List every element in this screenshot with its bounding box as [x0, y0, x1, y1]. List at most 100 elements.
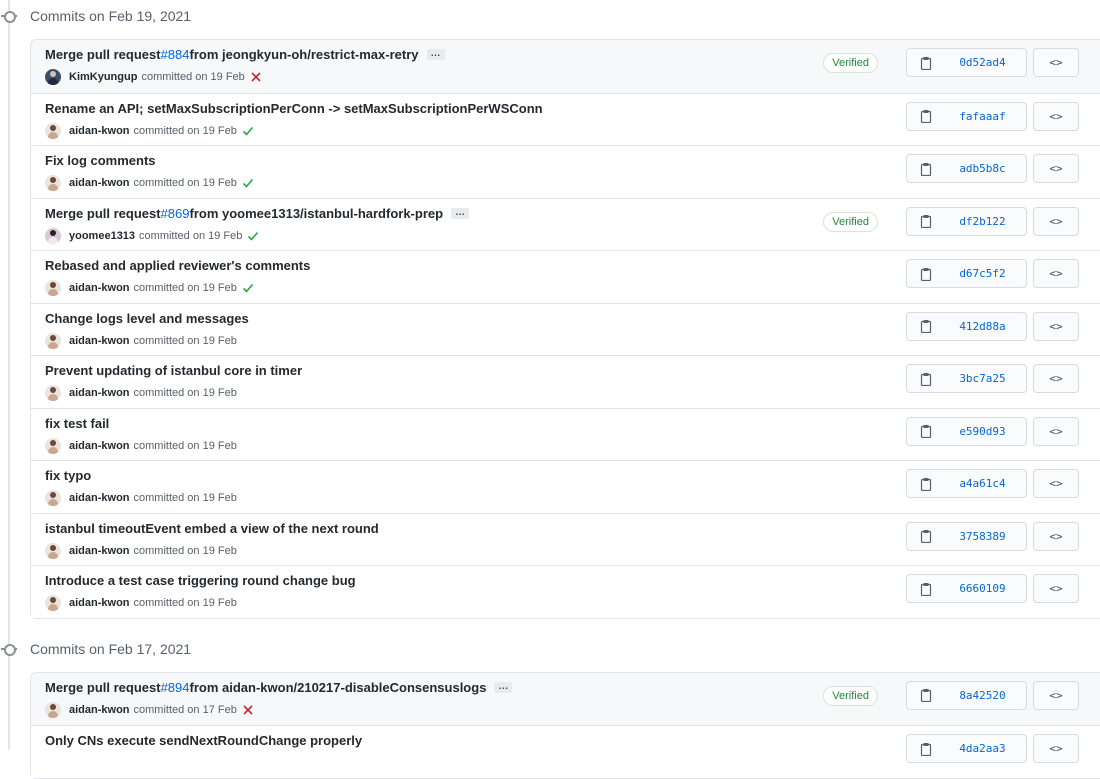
avatar[interactable] — [45, 701, 61, 718]
commit-message[interactable]: Rename an API; setMaxSubscriptionPerConn… — [45, 101, 543, 116]
avatar[interactable] — [45, 280, 61, 296]
commit-title[interactable]: Introduce a test case triggering round c… — [45, 573, 356, 588]
verified-badge[interactable]: Verified — [823, 685, 878, 706]
clipboard-icon[interactable] — [907, 529, 945, 543]
clipboard-icon[interactable] — [907, 214, 945, 228]
commit-title[interactable]: istanbul timeoutEvent embed a view of th… — [45, 521, 379, 536]
author-link[interactable]: yoomee1313 — [69, 230, 135, 242]
commit-sha-link[interactable]: 4da2aa3 — [945, 742, 1026, 755]
expand-message-button[interactable]: … — [426, 49, 445, 60]
x-icon[interactable] — [242, 704, 254, 716]
browse-repo-button[interactable]: <> — [1033, 311, 1079, 341]
author-link[interactable]: aidan-kwon — [69, 387, 130, 399]
author-link[interactable]: aidan-kwon — [69, 282, 130, 294]
avatar[interactable] — [45, 542, 61, 559]
clipboard-icon[interactable] — [907, 372, 945, 386]
browse-repo-button[interactable]: <> — [1033, 734, 1079, 763]
commit-sha-link[interactable]: 0d52ad4 — [945, 56, 1026, 69]
clipboard-icon[interactable] — [907, 109, 945, 123]
avatar[interactable] — [45, 332, 61, 349]
expand-message-button[interactable]: … — [451, 207, 470, 219]
commit-sha-link[interactable]: df2b122 — [945, 215, 1026, 228]
commit-sha-link[interactable]: d67c5f2 — [945, 267, 1026, 280]
commit-message[interactable]: Fix log comments — [45, 153, 156, 168]
avatar[interactable] — [45, 227, 61, 244]
clipboard-icon[interactable] — [907, 56, 945, 70]
commit-title[interactable]: Change logs level and messages — [45, 311, 249, 326]
commit-title[interactable]: fix typo — [45, 468, 91, 483]
commit-sha-link[interactable]: e590d93 — [945, 425, 1026, 438]
commit-sha-link[interactable]: fafaaaf — [945, 110, 1026, 123]
commit-title[interactable]: Only CNs execute sendNextRoundChange pro… — [45, 733, 362, 748]
commit-message[interactable]: istanbul timeoutEvent embed a view of th… — [45, 521, 379, 536]
author-link[interactable]: aidan-kwon — [69, 440, 130, 452]
commit-message[interactable]: Rebased and applied reviewer's comments — [45, 258, 310, 273]
check-icon[interactable] — [242, 282, 254, 294]
author-link[interactable]: KimKyungup — [69, 71, 137, 83]
browse-repo-button[interactable]: <> — [1033, 680, 1079, 710]
commit-title[interactable]: Merge pull request #869 from yoomee1313/… — [45, 206, 470, 221]
author-link[interactable]: aidan-kwon — [69, 125, 130, 137]
browse-repo-button[interactable]: <> — [1033, 259, 1079, 288]
x-icon[interactable] — [250, 71, 262, 83]
avatar[interactable] — [45, 122, 61, 139]
commit-sha-link[interactable]: 6660109 — [945, 582, 1026, 595]
commit-message[interactable]: Merge pull request — [45, 206, 161, 221]
author-link[interactable]: aidan-kwon — [69, 545, 130, 557]
verified-badge[interactable]: Verified — [823, 53, 878, 73]
clipboard-icon[interactable] — [907, 267, 945, 281]
browse-repo-button[interactable]: <> — [1033, 101, 1079, 131]
expand-message-button[interactable]: … — [494, 681, 513, 693]
browse-repo-button[interactable]: <> — [1033, 364, 1079, 393]
commit-title[interactable]: fix test fail — [45, 416, 109, 431]
commit-sha-link[interactable]: adb5b8c — [945, 162, 1026, 175]
commit-message[interactable]: Merge pull request — [45, 47, 161, 62]
commit-message[interactable]: Prevent updating of istanbul core in tim… — [45, 363, 302, 378]
avatar[interactable] — [45, 385, 61, 401]
avatar[interactable] — [45, 437, 61, 454]
author-link[interactable]: aidan-kwon — [69, 492, 130, 504]
commit-sha-link[interactable]: a4a61c4 — [945, 477, 1026, 490]
avatar[interactable] — [45, 490, 61, 506]
pull-request-link[interactable]: #884 — [161, 47, 190, 62]
check-icon[interactable] — [242, 177, 254, 189]
clipboard-icon[interactable] — [907, 319, 945, 333]
browse-repo-button[interactable]: <> — [1033, 206, 1079, 236]
verified-badge[interactable]: Verified — [823, 211, 878, 232]
browse-repo-button[interactable]: <> — [1033, 48, 1079, 77]
author-link[interactable]: aidan-kwon — [69, 704, 130, 716]
browse-repo-button[interactable]: <> — [1033, 154, 1079, 183]
author-link[interactable]: aidan-kwon — [69, 177, 130, 189]
check-icon[interactable] — [242, 125, 254, 137]
avatar[interactable] — [45, 175, 61, 191]
commit-message[interactable]: Merge pull request — [45, 680, 161, 695]
commit-message[interactable]: fix test fail — [45, 416, 109, 431]
commit-sha-link[interactable]: 3bc7a25 — [945, 372, 1026, 385]
clipboard-icon[interactable] — [907, 162, 945, 176]
check-icon[interactable] — [247, 230, 259, 242]
clipboard-icon[interactable] — [907, 477, 945, 491]
commit-message[interactable]: Only CNs execute sendNextRoundChange pro… — [45, 733, 362, 748]
commit-title[interactable]: Rename an API; setMaxSubscriptionPerConn… — [45, 101, 543, 116]
author-link[interactable]: aidan-kwon — [69, 335, 130, 347]
pull-request-link[interactable]: #894 — [161, 680, 190, 695]
commit-title[interactable]: Prevent updating of istanbul core in tim… — [45, 363, 302, 378]
commit-sha-link[interactable]: 412d88a — [945, 320, 1026, 333]
author-link[interactable]: aidan-kwon — [69, 597, 130, 609]
commit-sha-link[interactable]: 8a42520 — [945, 689, 1026, 702]
clipboard-icon[interactable] — [907, 424, 945, 438]
clipboard-icon[interactable] — [907, 688, 945, 702]
commit-message[interactable]: Change logs level and messages — [45, 311, 249, 326]
commit-title[interactable]: Merge pull request #894 from aidan-kwon/… — [45, 680, 513, 695]
commit-message[interactable]: fix typo — [45, 468, 91, 483]
pull-request-link[interactable]: #869 — [161, 206, 190, 221]
browse-repo-button[interactable]: <> — [1033, 416, 1079, 446]
avatar[interactable] — [45, 69, 61, 85]
browse-repo-button[interactable]: <> — [1033, 574, 1079, 603]
avatar[interactable] — [45, 595, 61, 611]
browse-repo-button[interactable]: <> — [1033, 521, 1079, 551]
commit-title[interactable]: Rebased and applied reviewer's comments — [45, 258, 310, 273]
clipboard-icon[interactable] — [907, 582, 945, 596]
clipboard-icon[interactable] — [907, 742, 945, 756]
commit-sha-link[interactable]: 3758389 — [945, 530, 1026, 543]
